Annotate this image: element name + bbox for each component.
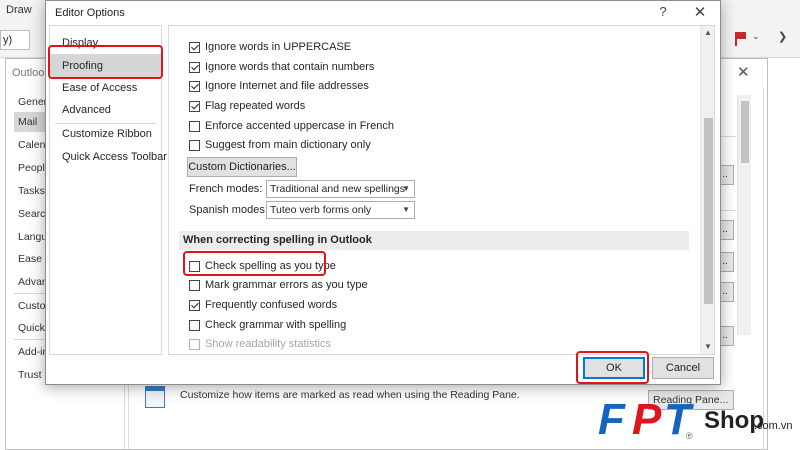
option-label: Frequently confused words bbox=[205, 299, 338, 311]
chevron-down-icon: ▼ bbox=[402, 184, 410, 193]
ok-button[interactable]: OK bbox=[583, 357, 645, 379]
option-label: Flag repeated words bbox=[205, 100, 306, 112]
option-check-spelling-as-you-type[interactable]: Check spelling as you type bbox=[189, 257, 336, 275]
option-flag-repeated-words[interactable]: Flag repeated words bbox=[189, 97, 305, 115]
nav-item-advanced[interactable]: Advanced bbox=[50, 98, 161, 122]
checkbox bbox=[189, 338, 200, 350]
content-scrollbar[interactable]: ▲ ▼ bbox=[700, 26, 714, 354]
help-icon[interactable]: ? bbox=[655, 4, 671, 22]
custom-dictionaries-button[interactable]: Custom Dictionaries... bbox=[187, 157, 297, 177]
cancel-button[interactable]: Cancel bbox=[652, 357, 714, 379]
checkbox[interactable] bbox=[189, 260, 200, 272]
option-label: Ignore words that contain numbers bbox=[205, 61, 375, 73]
outlook-options-title: Outloo bbox=[12, 67, 45, 79]
french-modes-select[interactable]: Traditional and new spellings ▼ bbox=[266, 180, 415, 198]
option-label: Check grammar with spelling bbox=[205, 319, 347, 331]
checkbox[interactable] bbox=[189, 80, 200, 92]
spanish-modes-label: Spanish modes: bbox=[189, 204, 268, 216]
option-suggest-main-dictionary[interactable]: Suggest from main dictionary only bbox=[189, 136, 371, 154]
registered-mark: ® bbox=[686, 431, 693, 441]
checkbox[interactable] bbox=[189, 61, 200, 73]
option-frequently-confused-words[interactable]: Frequently confused words bbox=[189, 296, 337, 314]
nav-item-ease-of-access[interactable]: Ease of Access bbox=[50, 76, 161, 100]
option-label: Suggest from main dictionary only bbox=[205, 139, 371, 151]
option-ignore-internet-addresses[interactable]: Ignore Internet and file addresses bbox=[189, 77, 369, 95]
nav-item-display[interactable]: Display bbox=[50, 31, 161, 55]
option-ignore-uppercase[interactable]: Ignore words in UPPERCASE bbox=[189, 38, 351, 56]
watermark-domain: .com.vn bbox=[754, 420, 793, 432]
chevron-down-icon: ▼ bbox=[402, 205, 410, 214]
close-icon[interactable]: ✕ bbox=[690, 3, 710, 23]
reading-pane-icon bbox=[145, 386, 165, 408]
scroll-thumb[interactable] bbox=[704, 118, 713, 304]
watermark-letter: F bbox=[598, 395, 625, 444]
checkbox[interactable] bbox=[189, 319, 200, 331]
proofing-content: Ignore words in UPPERCASE Ignore words t… bbox=[168, 25, 715, 355]
nav-item-quick-access-toolbar[interactable]: Quick Access Toolbar bbox=[50, 145, 167, 169]
option-label: Ignore Internet and file addresses bbox=[205, 80, 369, 92]
ribbon-collapse-icon[interactable]: ❯ bbox=[778, 30, 787, 43]
scroll-down-icon[interactable]: ▼ bbox=[704, 342, 712, 351]
spanish-modes-select[interactable]: Tuteo verb forms only ▼ bbox=[266, 201, 415, 219]
background-scrollbar[interactable] bbox=[737, 95, 751, 335]
checkbox[interactable] bbox=[189, 100, 200, 112]
nav-item-proofing[interactable]: Proofing bbox=[50, 54, 161, 78]
option-show-readability-statistics: Show readability statistics bbox=[189, 335, 331, 353]
section-heading: When correcting spelling in Outlook bbox=[179, 231, 689, 250]
checkbox[interactable] bbox=[189, 41, 200, 53]
option-label: Enforce accented uppercase in French bbox=[205, 120, 394, 132]
option-label: Show readability statistics bbox=[205, 338, 331, 350]
editor-options-dialog: Editor Options ? ✕ Display Proofing Ease… bbox=[45, 0, 721, 385]
checkbox[interactable] bbox=[189, 139, 200, 151]
scroll-up-icon[interactable]: ▲ bbox=[704, 28, 712, 37]
option-label: Ignore words in UPPERCASE bbox=[205, 41, 352, 53]
ribbon-combo[interactable]: y) bbox=[0, 30, 30, 50]
close-icon[interactable]: ✕ bbox=[737, 63, 750, 81]
fpt-shop-watermark: F P T ® Shop .com.vn bbox=[596, 395, 800, 450]
option-enforce-accented-uppercase[interactable]: Enforce accented uppercase in French bbox=[189, 117, 394, 135]
dialog-nav: Display Proofing Ease of Access Advanced… bbox=[49, 25, 167, 355]
option-ignore-numbers[interactable]: Ignore words that contain numbers bbox=[189, 58, 374, 76]
checkbox[interactable] bbox=[189, 299, 200, 311]
dialog-title: Editor Options bbox=[55, 7, 125, 19]
reading-pane-description: Customize how items are marked as read w… bbox=[180, 389, 520, 401]
option-label: Check spelling as you type bbox=[205, 260, 336, 272]
nav-item-customize-ribbon[interactable]: Customize Ribbon bbox=[50, 122, 161, 146]
option-check-grammar-with-spelling[interactable]: Check grammar with spelling bbox=[189, 316, 346, 334]
checkbox[interactable] bbox=[189, 279, 200, 291]
ribbon-tab-draw[interactable]: Draw bbox=[6, 4, 32, 16]
select-value: Traditional and new spellings bbox=[270, 183, 406, 195]
select-value: Tuteo verb forms only bbox=[270, 204, 372, 216]
option-mark-grammar-errors[interactable]: Mark grammar errors as you type bbox=[189, 276, 368, 294]
french-modes-label: French modes: bbox=[189, 183, 263, 195]
checkbox[interactable] bbox=[189, 120, 200, 132]
chevron-down-icon[interactable]: ⌄ bbox=[752, 31, 760, 42]
flag-icon[interactable] bbox=[735, 32, 747, 46]
watermark-letter: P bbox=[632, 395, 662, 444]
option-label: Mark grammar errors as you type bbox=[205, 279, 368, 291]
